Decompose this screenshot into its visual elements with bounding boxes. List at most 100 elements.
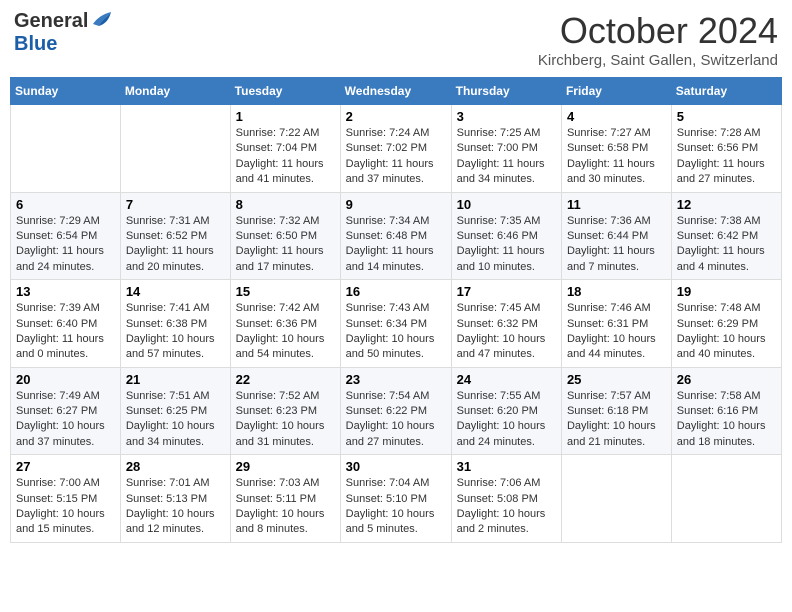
table-row: 12 Sunrise: 7:38 AM Sunset: 6:42 PM Dayli…	[671, 192, 781, 280]
title-block: October 2024 Kirchberg, Saint Gallen, Sw…	[538, 10, 778, 69]
header-sunday: Sunday	[11, 78, 121, 105]
day-number: 26	[677, 372, 776, 387]
week-row-3: 13Sunrise: 7:39 AM Sunset: 6:40 PM Dayli…	[11, 280, 782, 368]
day-number: 27	[16, 459, 115, 474]
table-row: 29 Sunrise: 7:03 AM Sunset: 5:11 PM Dayli…	[230, 455, 340, 543]
day-number: 29	[236, 459, 335, 474]
day-number: 21	[126, 372, 225, 387]
table-row: 5 Sunrise: 7:28 AM Sunset: 6:56 PM Daylig…	[671, 105, 781, 193]
table-row: 4 Sunrise: 7:27 AM Sunset: 6:58 PM Daylig…	[561, 105, 671, 193]
header-tuesday: Tuesday	[230, 78, 340, 105]
day-number: 30	[346, 459, 446, 474]
table-row: 16 Sunrise: 7:43 AM Sunset: 6:34 PM Dayli…	[340, 280, 451, 368]
day-info: Sunrise: 7:46 AM Sunset: 6:31 PM Dayligh…	[567, 301, 666, 363]
table-row: 14 Sunrise: 7:41 AM Sunset: 6:38 PM Dayli…	[120, 280, 230, 368]
week-row-5: 27Sunrise: 7:00 AM Sunset: 5:15 PM Dayli…	[11, 455, 782, 543]
day-info: Sunrise: 7:42 AM Sunset: 6:36 PM Dayligh…	[236, 301, 335, 363]
table-row	[671, 455, 781, 543]
day-info: Sunrise: 7:35 AM Sunset: 6:46 PM Dayligh…	[457, 214, 556, 276]
logo-bird-icon	[91, 10, 113, 33]
day-number: 2	[346, 109, 446, 124]
table-row	[11, 105, 121, 193]
day-info: Sunrise: 7:22 AM Sunset: 7:04 PM Dayligh…	[236, 126, 335, 188]
table-row: 10Sunrise: 7:35 AM Sunset: 6:46 PM Dayli…	[451, 192, 561, 280]
table-row: 6 Sunrise: 7:29 AM Sunset: 6:54 PM Daylig…	[11, 192, 121, 280]
day-info: Sunrise: 7:27 AM Sunset: 6:58 PM Dayligh…	[567, 126, 666, 188]
week-row-1: 1 Sunrise: 7:22 AM Sunset: 7:04 PM Daylig…	[11, 105, 782, 193]
table-row: 22 Sunrise: 7:52 AM Sunset: 6:23 PM Dayli…	[230, 367, 340, 455]
day-number: 25	[567, 372, 666, 387]
day-info: Sunrise: 7:48 AM Sunset: 6:29 PM Dayligh…	[677, 301, 776, 363]
week-row-2: 6 Sunrise: 7:29 AM Sunset: 6:54 PM Daylig…	[11, 192, 782, 280]
header-wednesday: Wednesday	[340, 78, 451, 105]
table-row: 3 Sunrise: 7:25 AM Sunset: 7:00 PM Daylig…	[451, 105, 561, 193]
day-number: 31	[457, 459, 556, 474]
day-number: 3	[457, 109, 556, 124]
day-info: Sunrise: 7:49 AM Sunset: 6:27 PM Dayligh…	[16, 389, 115, 451]
day-info: Sunrise: 7:25 AM Sunset: 7:00 PM Dayligh…	[457, 126, 556, 188]
day-info: Sunrise: 7:52 AM Sunset: 6:23 PM Dayligh…	[236, 389, 335, 451]
day-info: Sunrise: 7:04 AM Sunset: 5:10 PM Dayligh…	[346, 476, 446, 538]
day-info: Sunrise: 7:28 AM Sunset: 6:56 PM Dayligh…	[677, 126, 776, 188]
day-info: Sunrise: 7:41 AM Sunset: 6:38 PM Dayligh…	[126, 301, 225, 363]
day-info: Sunrise: 7:43 AM Sunset: 6:34 PM Dayligh…	[346, 301, 446, 363]
header-thursday: Thursday	[451, 78, 561, 105]
day-number: 11	[567, 197, 666, 212]
table-row: 24 Sunrise: 7:55 AM Sunset: 6:20 PM Dayli…	[451, 367, 561, 455]
location-title: Kirchberg, Saint Gallen, Switzerland	[538, 52, 778, 69]
header-monday: Monday	[120, 78, 230, 105]
day-number: 22	[236, 372, 335, 387]
day-info: Sunrise: 7:55 AM Sunset: 6:20 PM Dayligh…	[457, 389, 556, 451]
day-number: 28	[126, 459, 225, 474]
day-number: 9	[346, 197, 446, 212]
day-info: Sunrise: 7:03 AM Sunset: 5:11 PM Dayligh…	[236, 476, 335, 538]
header-friday: Friday	[561, 78, 671, 105]
day-number: 24	[457, 372, 556, 387]
day-info: Sunrise: 7:29 AM Sunset: 6:54 PM Dayligh…	[16, 214, 115, 276]
table-row: 17Sunrise: 7:45 AM Sunset: 6:32 PM Dayli…	[451, 280, 561, 368]
table-row: 2 Sunrise: 7:24 AM Sunset: 7:02 PM Daylig…	[340, 105, 451, 193]
logo-general-text: General	[14, 10, 88, 33]
day-number: 14	[126, 284, 225, 299]
day-info: Sunrise: 7:57 AM Sunset: 6:18 PM Dayligh…	[567, 389, 666, 451]
day-info: Sunrise: 7:39 AM Sunset: 6:40 PM Dayligh…	[16, 301, 115, 363]
table-row: 28 Sunrise: 7:01 AM Sunset: 5:13 PM Dayli…	[120, 455, 230, 543]
table-row: 19 Sunrise: 7:48 AM Sunset: 6:29 PM Dayli…	[671, 280, 781, 368]
day-info: Sunrise: 7:54 AM Sunset: 6:22 PM Dayligh…	[346, 389, 446, 451]
logo-blue-text: Blue	[14, 33, 57, 55]
day-number: 20	[16, 372, 115, 387]
day-number: 5	[677, 109, 776, 124]
table-row	[561, 455, 671, 543]
table-row: 18 Sunrise: 7:46 AM Sunset: 6:31 PM Dayli…	[561, 280, 671, 368]
day-number: 15	[236, 284, 335, 299]
table-row	[120, 105, 230, 193]
day-info: Sunrise: 7:38 AM Sunset: 6:42 PM Dayligh…	[677, 214, 776, 276]
table-row: 21Sunrise: 7:51 AM Sunset: 6:25 PM Dayli…	[120, 367, 230, 455]
week-row-4: 20 Sunrise: 7:49 AM Sunset: 6:27 PM Dayli…	[11, 367, 782, 455]
day-info: Sunrise: 7:45 AM Sunset: 6:32 PM Dayligh…	[457, 301, 556, 363]
day-info: Sunrise: 7:58 AM Sunset: 6:16 PM Dayligh…	[677, 389, 776, 451]
day-info: Sunrise: 7:34 AM Sunset: 6:48 PM Dayligh…	[346, 214, 446, 276]
day-number: 6	[16, 197, 115, 212]
table-row: 25 Sunrise: 7:57 AM Sunset: 6:18 PM Dayli…	[561, 367, 671, 455]
day-number: 12	[677, 197, 776, 212]
day-info: Sunrise: 7:36 AM Sunset: 6:44 PM Dayligh…	[567, 214, 666, 276]
day-info: Sunrise: 7:24 AM Sunset: 7:02 PM Dayligh…	[346, 126, 446, 188]
page-header: General Blue October 2024 Kirchberg, Sai…	[10, 10, 782, 69]
day-number: 7	[126, 197, 225, 212]
day-info: Sunrise: 7:01 AM Sunset: 5:13 PM Dayligh…	[126, 476, 225, 538]
day-number: 18	[567, 284, 666, 299]
table-row: 1 Sunrise: 7:22 AM Sunset: 7:04 PM Daylig…	[230, 105, 340, 193]
day-number: 1	[236, 109, 335, 124]
day-number: 19	[677, 284, 776, 299]
table-row: 30 Sunrise: 7:04 AM Sunset: 5:10 PM Dayli…	[340, 455, 451, 543]
day-info: Sunrise: 7:31 AM Sunset: 6:52 PM Dayligh…	[126, 214, 225, 276]
table-row: 27Sunrise: 7:00 AM Sunset: 5:15 PM Dayli…	[11, 455, 121, 543]
day-number: 4	[567, 109, 666, 124]
table-row: 31Sunrise: 7:06 AM Sunset: 5:08 PM Dayli…	[451, 455, 561, 543]
table-row: 11 Sunrise: 7:36 AM Sunset: 6:44 PM Dayli…	[561, 192, 671, 280]
day-info: Sunrise: 7:32 AM Sunset: 6:50 PM Dayligh…	[236, 214, 335, 276]
month-title: October 2024	[538, 10, 778, 52]
table-row: 9 Sunrise: 7:34 AM Sunset: 6:48 PM Daylig…	[340, 192, 451, 280]
day-number: 16	[346, 284, 446, 299]
